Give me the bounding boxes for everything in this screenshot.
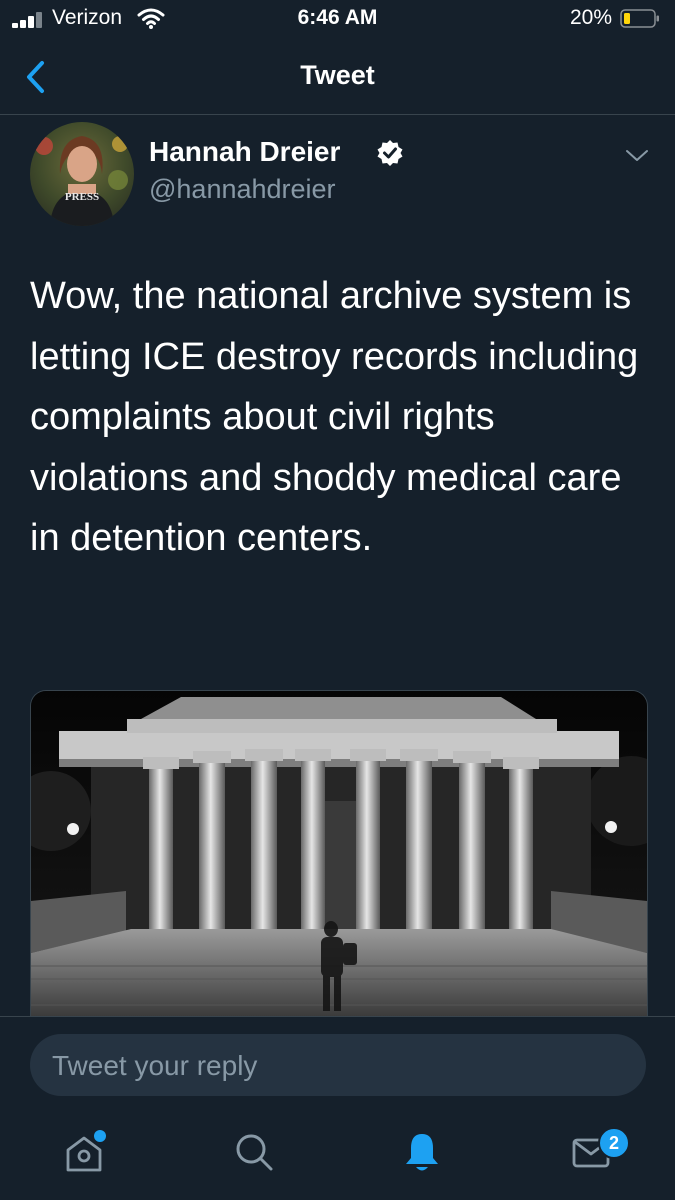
divider [0,1016,675,1017]
status-bar: Verizon 6:46 AM 20% [0,0,675,40]
battery-percent: 20% [570,6,613,29]
bell-icon[interactable] [400,1130,444,1174]
page-title: Tweet [300,60,375,90]
messages-badge: 2 [598,1127,630,1159]
author-handle[interactable]: @hannahdreier [149,174,336,205]
avatar[interactable]: PRESS [30,122,134,226]
verified-badge-icon [377,140,403,166]
avatar-vest-text: PRESS [65,191,99,203]
reply-input[interactable]: Tweet your reply [30,1034,646,1096]
tab-bar [0,1110,675,1200]
author-name[interactable]: Hannah Dreier [149,136,340,168]
nav-header: Tweet [0,40,675,115]
tweet-text: Wow, the national archive system is lett… [30,275,639,559]
tweet-photo[interactable] [30,690,648,1017]
chevron-down-icon[interactable] [623,146,651,166]
home-notification-dot [94,1130,106,1142]
search-icon[interactable] [232,1130,276,1174]
battery-low-icon [620,9,659,28]
reply-placeholder: Tweet your reply [52,1050,258,1081]
